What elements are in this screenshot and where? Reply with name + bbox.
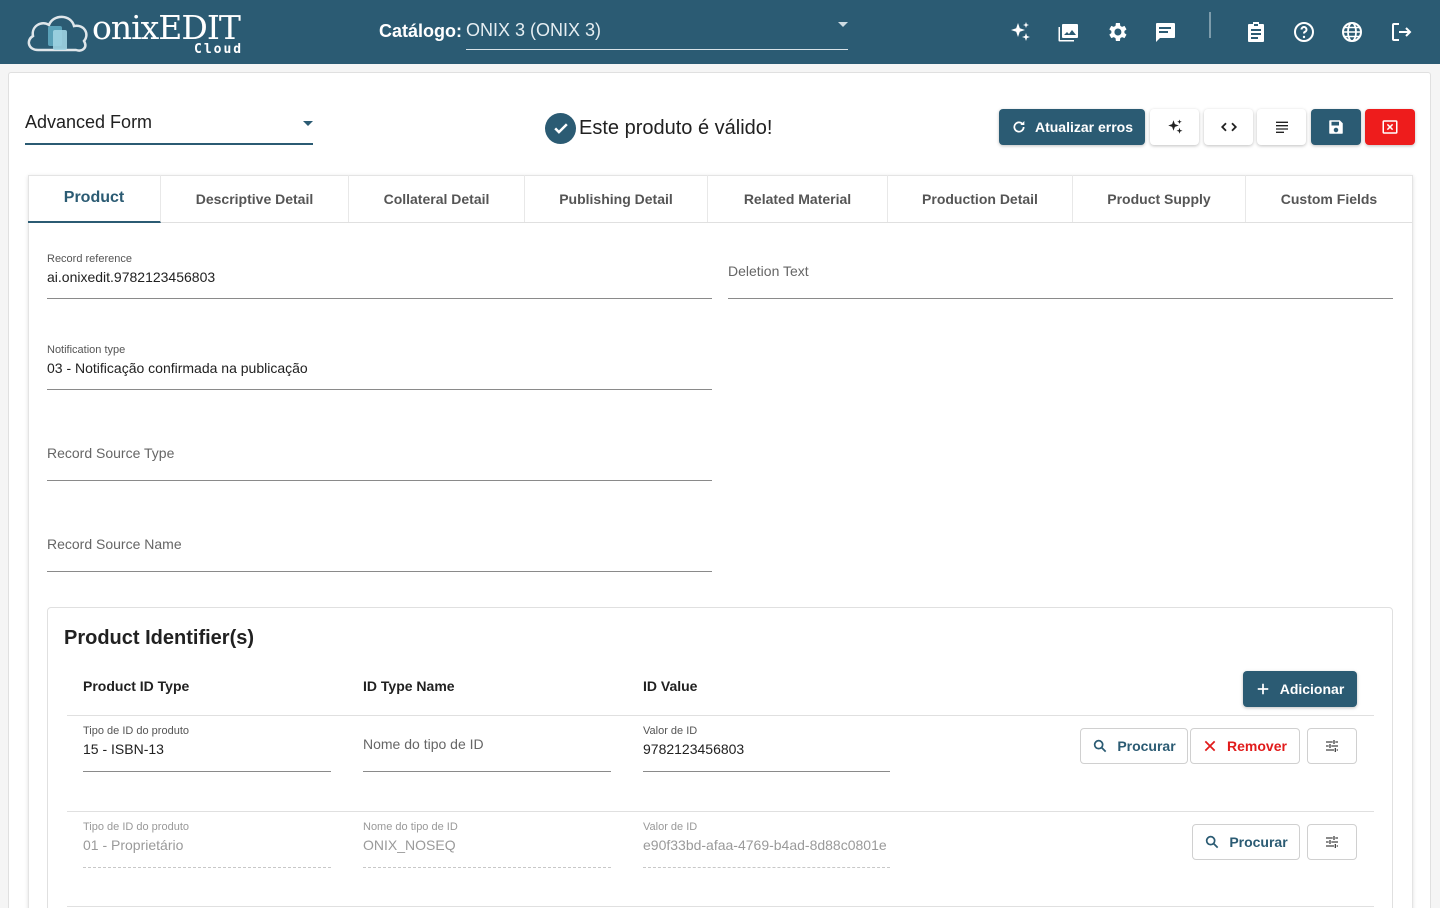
image-icon[interactable] (1057, 20, 1081, 44)
identifier-type-name-label: Nome do tipo de ID (363, 821, 458, 833)
settings-gear-icon[interactable] (1105, 20, 1129, 44)
search-icon (1206, 835, 1219, 849)
record-source-name-placeholder: Record Source Name (47, 536, 182, 552)
identifier-value-field[interactable]: Valor de ID 9782123456803 (643, 724, 890, 772)
identifier-type-field[interactable]: Tipo de ID do produto 15 - ISBN-13 (83, 724, 331, 772)
tab-related-material[interactable]: Related Material (708, 175, 888, 222)
identifier-value-label: Valor de ID (643, 725, 698, 737)
column-header-product-id-type: Product ID Type (83, 678, 190, 694)
record-reference-field[interactable]: Record reference ai.onixedit.97821234568… (47, 250, 712, 299)
clipboard-icon[interactable] (1244, 20, 1268, 44)
identifier-type-value: 15 - ISBN-13 (83, 741, 164, 757)
record-reference-value: ai.onixedit.9782123456803 (47, 269, 216, 285)
globe-icon[interactable] (1340, 20, 1364, 44)
identifier-value-value: 9782123456803 (643, 741, 745, 757)
identifier-type-name-placeholder: Nome do tipo de ID (363, 736, 484, 752)
ai-assist-button[interactable] (1150, 109, 1199, 145)
plus-icon (1257, 683, 1268, 695)
deletion-text-placeholder: Deletion Text (728, 263, 809, 279)
logo-subtitle: Cloud (194, 42, 244, 57)
app-logo[interactable]: onixEDIT Cloud (24, 6, 254, 58)
catalog-label: Catálogo: (379, 21, 462, 41)
remove-button[interactable]: Remover (1190, 728, 1300, 764)
validity-status: Este produto é válido! (545, 112, 772, 144)
row-divider (67, 906, 1374, 907)
toolbar-divider (1209, 12, 1211, 38)
identifier-value-value: e90f33bd-afaa-4769-b4ad-8d88c0801e (643, 837, 887, 853)
form-view-select[interactable]: Advanced Form (25, 108, 313, 145)
close-icon (1204, 740, 1216, 752)
record-source-name-field[interactable]: Record Source Name (47, 523, 712, 572)
form-view-select-value: Advanced Form (25, 112, 153, 132)
ai-sparkle-icon[interactable] (1008, 20, 1032, 44)
catalog-select[interactable]: ONIX 3 (ONIX 3) (466, 14, 848, 50)
search-button-label: Procurar (1117, 738, 1176, 754)
notification-type-value: 03 - Notificação confirmada na publicaçã… (47, 360, 308, 376)
comment-icon[interactable] (1153, 20, 1177, 44)
check-circle-icon (545, 112, 576, 144)
refresh-errors-button[interactable]: Atualizar erros (999, 109, 1145, 145)
logout-icon[interactable] (1389, 20, 1413, 44)
record-reference-label: Record reference (47, 253, 132, 265)
row-options-button[interactable] (1307, 824, 1357, 860)
search-icon (1094, 739, 1107, 753)
tab-product[interactable]: Product (28, 175, 161, 223)
tune-icon (1326, 740, 1338, 752)
logo-wordmark: onixEDIT (92, 8, 241, 47)
tab-publishing-detail[interactable]: Publishing Detail (525, 175, 708, 222)
identifier-type-value: 01 - Proprietário (83, 837, 184, 853)
notification-type-label: Notification type (47, 344, 126, 356)
refresh-icon (1013, 121, 1025, 133)
search-button-label: Procurar (1229, 834, 1288, 850)
add-identifier-button[interactable]: Adicionar (1243, 671, 1357, 707)
add-identifier-label: Adicionar (1279, 681, 1345, 697)
product-identifiers-title: Product Identifier(s) (64, 627, 255, 649)
deletion-text-field[interactable]: Deletion Text (728, 250, 1393, 299)
search-button[interactable]: Procurar (1192, 824, 1300, 860)
ai-sparkle-icon (1167, 119, 1182, 134)
help-icon[interactable] (1292, 20, 1316, 44)
row-divider (67, 715, 1374, 716)
identifier-type-label: Tipo de ID do produto (83, 821, 189, 833)
notification-type-field[interactable]: Notification type 03 - Notificação confi… (47, 341, 712, 390)
identifier-type-name-field: Nome do tipo de ID ONIX_NOSEQ (363, 820, 611, 868)
tab-product-supply[interactable]: Product Supply (1073, 175, 1246, 222)
chevron-down-icon (838, 22, 848, 27)
column-header-id-value: ID Value (643, 678, 698, 694)
identifier-type-name-field[interactable]: Nome do tipo de ID (363, 724, 611, 772)
remove-button-label: Remover (1227, 738, 1287, 754)
top-app-bar: onixEDIT Cloud Catálogo: ONIX 3 (ONIX 3) (0, 0, 1440, 64)
code-icon (1220, 122, 1237, 132)
record-source-type-field[interactable]: Record Source Type (47, 432, 712, 481)
chevron-down-icon (303, 121, 313, 126)
tab-collateral-detail[interactable]: Collateral Detail (349, 175, 525, 222)
save-icon (1329, 120, 1343, 134)
tab-production-detail[interactable]: Production Detail (888, 175, 1073, 222)
close-icon (1382, 120, 1398, 134)
identifier-type-name-value: ONIX_NOSEQ (363, 837, 456, 853)
list-view-button[interactable] (1257, 109, 1306, 145)
close-button[interactable] (1365, 109, 1415, 145)
catalog-select-value: ONIX 3 (ONIX 3) (466, 20, 602, 40)
code-view-button[interactable] (1204, 109, 1253, 145)
row-options-button[interactable] (1307, 728, 1357, 764)
identifier-value-field: Valor de ID e90f33bd-afaa-4769-b4ad-8d88… (643, 820, 890, 868)
identifier-value-label: Valor de ID (643, 821, 698, 833)
tune-icon (1326, 836, 1338, 848)
identifier-type-field: Tipo de ID do produto 01 - Proprietário (83, 820, 331, 868)
row-divider (67, 811, 1374, 812)
list-icon (1275, 121, 1288, 133)
record-source-type-placeholder: Record Source Type (47, 445, 175, 461)
cloud-logo-icon (27, 15, 88, 52)
refresh-errors-label: Atualizar erros (1034, 119, 1134, 135)
search-button[interactable]: Procurar (1080, 728, 1188, 764)
identifier-type-label: Tipo de ID do produto (83, 725, 189, 737)
save-button[interactable] (1311, 109, 1361, 145)
tab-descriptive-detail[interactable]: Descriptive Detail (161, 175, 349, 222)
tab-bar: Product Descriptive Detail Collateral De… (28, 175, 1412, 223)
tab-custom-fields[interactable]: Custom Fields (1246, 175, 1412, 222)
validity-text: Este produto é válido! (579, 116, 773, 139)
column-header-id-type-name: ID Type Name (363, 678, 455, 694)
